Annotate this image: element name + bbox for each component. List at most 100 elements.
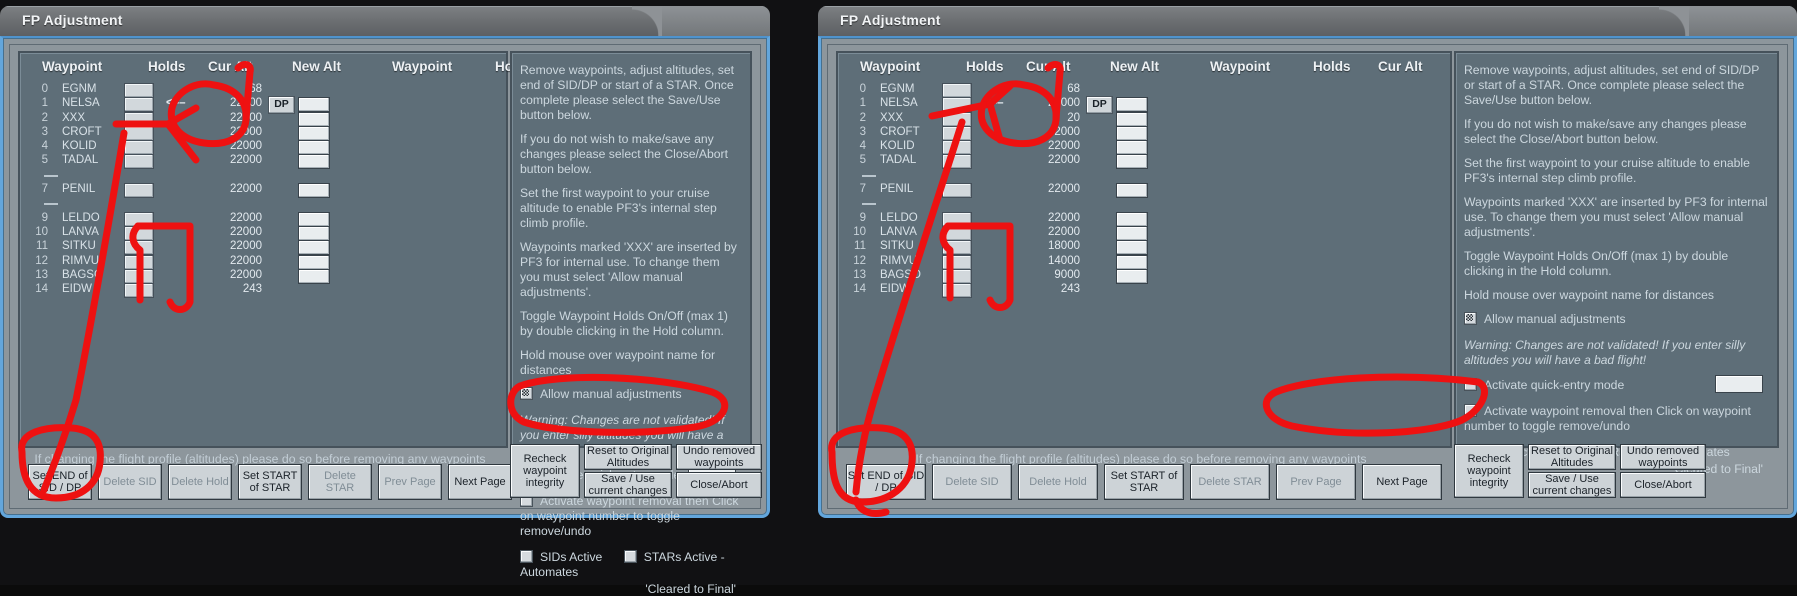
waypoint-row[interactable]: 0 EGNM 68: [838, 83, 1450, 98]
checkbox-quick-entry-mode[interactable]: [1464, 378, 1477, 391]
waypoint-hold-checkbox[interactable]: [124, 225, 154, 241]
waypoint-hold-checkbox[interactable]: [124, 111, 154, 127]
checkbox-allow-manual-adjustments[interactable]: [520, 387, 533, 400]
waypoint-new-alt-input[interactable]: [1116, 240, 1148, 256]
waypoint-hold-checkbox[interactable]: [942, 283, 972, 299]
waypoint-row[interactable]: 4 KOLID 22000: [838, 140, 1450, 156]
waypoint-new-alt-input[interactable]: [298, 254, 330, 270]
waypoint-new-alt-input[interactable]: [1116, 268, 1148, 284]
waypoint-hold-checkbox[interactable]: [124, 125, 154, 141]
waypoint-row[interactable]: 10 LANVA 22000: [838, 225, 1450, 241]
waypoint-name[interactable]: KOLID: [880, 140, 915, 152]
waypoint-row[interactable]: 11 SITKU 22000: [20, 240, 506, 256]
waypoint-new-alt-input[interactable]: [298, 140, 330, 156]
waypoint-row[interactable]: 3 CROFT 2000: [838, 125, 1450, 141]
waypoint-hold-checkbox[interactable]: [124, 140, 154, 156]
waypoint-name[interactable]: RIMVU: [880, 255, 917, 267]
footer-button-set-start-of-star[interactable]: Set START of STAR: [1104, 464, 1184, 500]
waypoint-hold-checkbox[interactable]: [942, 254, 972, 270]
waypoint-row[interactable]: 1 NELSA <–– 22000 DP: [838, 96, 1450, 115]
waypoint-name[interactable]: SITKU: [62, 240, 96, 252]
waypoint-name[interactable]: LANVA: [880, 226, 917, 238]
waypoint-row[interactable]: 13 BAGSO 9000: [838, 268, 1450, 284]
waypoint-row[interactable]: 12 RIMVU 14000: [838, 254, 1450, 270]
waypoint-name[interactable]: NELSA: [880, 97, 918, 109]
waypoint-name[interactable]: KOLID: [62, 140, 97, 152]
waypoint-hold-checkbox[interactable]: [942, 125, 972, 141]
action-button-undo-removed-waypoints[interactable]: Undo removed waypoints: [1620, 444, 1706, 470]
waypoint-new-alt-input[interactable]: [1116, 183, 1148, 199]
action-button-close-abort[interactable]: Close/Abort: [1620, 472, 1706, 498]
waypoint-name[interactable]: LELDO: [62, 212, 100, 224]
waypoint-name[interactable]: PENIL: [62, 183, 95, 195]
waypoint-name[interactable]: LANVA: [62, 226, 99, 238]
waypoint-name[interactable]: BAGSO: [880, 269, 921, 281]
waypoint-new-alt-input[interactable]: [298, 125, 330, 141]
action-button-save-use-current-changes[interactable]: Save / Use current changes: [584, 472, 672, 498]
waypoint-new-alt-input[interactable]: [298, 268, 330, 284]
waypoint-hold-checkbox[interactable]: [124, 97, 154, 113]
waypoint-name[interactable]: TADAL: [62, 154, 98, 166]
waypoint-row[interactable]: 14 EIDW 243: [838, 283, 1450, 299]
waypoint-new-alt-input[interactable]: [1116, 125, 1148, 141]
waypoint-hold-checkbox[interactable]: [942, 183, 972, 199]
action-button-recheck-waypoint-integrity[interactable]: Recheck waypoint integrity: [1454, 444, 1524, 498]
waypoint-new-alt-input[interactable]: [1116, 97, 1148, 113]
waypoint-new-alt-input[interactable]: [298, 225, 330, 241]
waypoint-hold-checkbox[interactable]: [942, 83, 972, 98]
waypoint-row[interactable]: 10 LANVA 22000: [20, 225, 506, 241]
checkbox-sids-active[interactable]: [520, 550, 533, 563]
waypoint-row[interactable]: [838, 197, 1450, 211]
window-titlebar[interactable]: FP Adjustment: [0, 6, 770, 36]
waypoint-hold-checkbox[interactable]: [124, 83, 154, 98]
waypoint-row[interactable]: 2 XXX 22000: [20, 111, 506, 127]
waypoint-row[interactable]: 0 EGNM 68: [20, 83, 506, 98]
waypoint-name[interactable]: EGNM: [62, 83, 97, 95]
waypoint-row[interactable]: 3 CROFT 22000: [20, 125, 506, 141]
footer-button-set-start-of-star[interactable]: Set START of STAR: [238, 464, 302, 500]
waypoint-name[interactable]: EIDW: [62, 283, 92, 295]
waypoint-row[interactable]: 4 KOLID 22000: [20, 140, 506, 156]
window-titlebar[interactable]: FP Adjustment: [818, 6, 1797, 36]
footer-button-next-page[interactable]: Next Page: [1362, 464, 1442, 500]
waypoint-new-alt-input[interactable]: [298, 97, 330, 113]
quick-entry-input[interactable]: [1715, 375, 1763, 393]
waypoint-name[interactable]: EGNM: [880, 83, 915, 95]
waypoint-new-alt-input[interactable]: [1116, 111, 1148, 127]
waypoint-row[interactable]: 11 SITKU 18000: [838, 240, 1450, 256]
waypoint-row[interactable]: 13 BAGSO 22000: [20, 268, 506, 284]
waypoint-row[interactable]: [20, 197, 506, 211]
waypoint-hold-checkbox[interactable]: [124, 254, 154, 270]
waypoint-hold-checkbox[interactable]: [124, 154, 154, 170]
checkbox-waypoint-removal[interactable]: [1464, 404, 1477, 417]
waypoint-row[interactable]: 5 TADAL 22000: [20, 154, 506, 170]
action-button-reset-to-original-altitudes[interactable]: Reset to Original Altitudes: [1528, 444, 1616, 470]
waypoint-hold-checkbox[interactable]: [124, 183, 154, 199]
footer-button-set-end-of-sid-dp[interactable]: Set END of SID / DP: [846, 464, 926, 500]
waypoint-row[interactable]: 7 PENIL 22000: [838, 183, 1450, 199]
waypoint-name[interactable]: EIDW: [880, 283, 910, 295]
action-button-save-use-current-changes[interactable]: Save / Use current changes: [1528, 472, 1616, 498]
waypoint-new-alt-input[interactable]: [1116, 140, 1148, 156]
waypoint-name[interactable]: CROFT: [880, 126, 920, 138]
waypoint-new-alt-input[interactable]: [298, 240, 330, 256]
waypoint-hold-checkbox[interactable]: [124, 240, 154, 256]
waypoint-name[interactable]: RIMVU: [62, 255, 99, 267]
waypoint-row[interactable]: 9 LELDO 22000: [20, 211, 506, 227]
waypoint-hold-checkbox[interactable]: [942, 211, 972, 227]
waypoint-name[interactable]: PENIL: [880, 183, 913, 195]
waypoint-new-alt-input[interactable]: [298, 111, 330, 127]
waypoint-new-alt-input[interactable]: [1116, 154, 1148, 170]
action-button-reset-to-original-altitudes[interactable]: Reset to Original Altitudes: [584, 444, 672, 470]
waypoint-row[interactable]: 1 NELSA <–– 22000 DP: [20, 96, 506, 115]
waypoint-row[interactable]: [20, 169, 506, 183]
waypoint-new-alt-input[interactable]: [1116, 211, 1148, 227]
waypoint-name[interactable]: XXX: [880, 112, 903, 124]
waypoint-hold-checkbox[interactable]: [942, 268, 972, 284]
waypoint-hold-checkbox[interactable]: [942, 97, 972, 113]
waypoint-removal-row[interactable]: Activate waypoint removal then Click on …: [512, 494, 750, 539]
waypoint-name[interactable]: TADAL: [880, 154, 916, 166]
action-button-close-abort[interactable]: Close/Abort: [676, 472, 762, 498]
footer-button-next-page[interactable]: Next Page: [448, 464, 512, 500]
waypoint-name[interactable]: LELDO: [880, 212, 918, 224]
